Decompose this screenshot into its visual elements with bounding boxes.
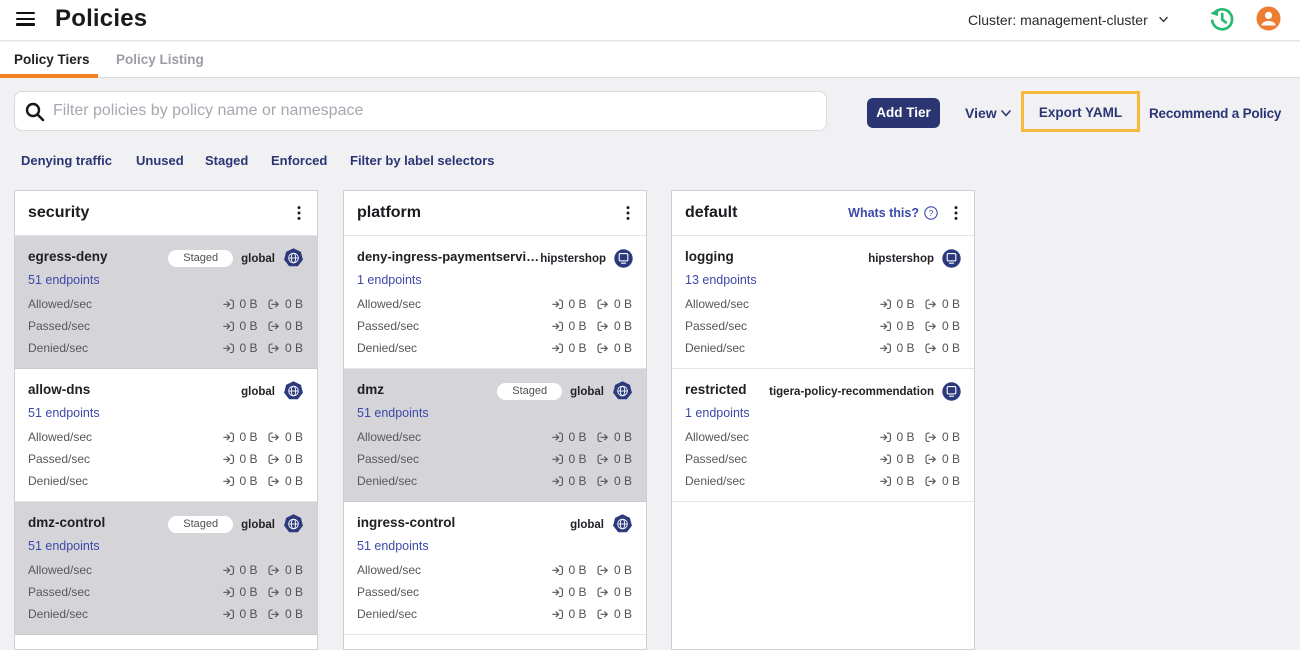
svg-text:?: ? xyxy=(929,208,934,218)
